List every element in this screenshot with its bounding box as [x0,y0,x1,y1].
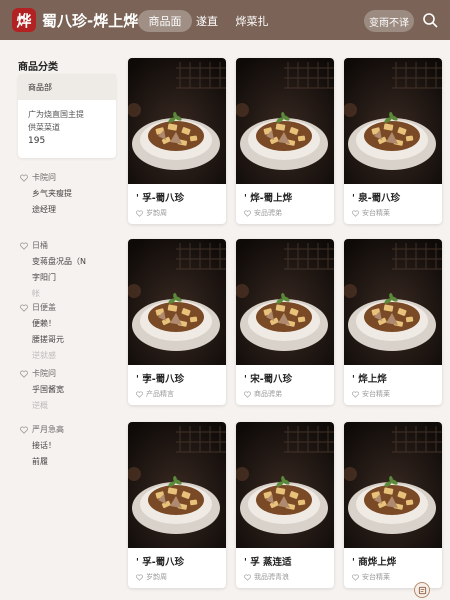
product-tag: 安台精莱 [352,572,390,582]
product-name[interactable]: ' 孚-蜀八珍 [136,190,184,204]
sidebar-item[interactable]: 逆就感 [32,350,56,361]
tab-second[interactable]: 遂直 [190,10,224,32]
product-card[interactable]: ' 烨上烨安台精莱 [344,239,442,405]
product-card[interactable]: ' 孚 蒸连适我品骋青浪 [236,422,334,588]
brand-logo[interactable]: 烨 [12,8,36,32]
tab-third[interactable]: 烨菜扎 [232,10,272,32]
sidebar-item[interactable]: 便赖！ [32,318,56,329]
product-tag-text: 商品骋弟 [254,390,282,398]
sidebar-section-heading-text: 卡院问 [32,369,56,378]
product-name[interactable]: ' 宋-蜀八珍 [244,371,292,385]
sidebar-section-heading-text: 日便盖 [32,303,56,312]
heart-icon[interactable] [136,210,143,217]
product-image[interactable] [236,58,334,184]
sidebar-section-heading: 卡院问 [20,172,56,183]
category-count: 195 [28,136,46,146]
sidebar-item[interactable]: 逆概 [32,400,48,411]
sidebar-item[interactable]: 前履 [32,456,48,467]
heart-icon[interactable] [244,210,251,217]
product-tag: 产品精言 [136,389,174,399]
sidebar-section-heading-text: 卡院问 [32,173,56,182]
heart-icon [20,174,28,182]
category-description-line: 广为烧直国主提 [28,110,84,119]
category-active-item[interactable]: 商品部 [18,74,116,100]
product-card[interactable]: ' 泉-蜀八珍安台精莱 [344,58,442,224]
product-image[interactable] [128,58,226,184]
product-name[interactable]: ' 烨-蜀上烨 [244,190,292,204]
sidebar-item[interactable]: 字阳门 [32,272,56,283]
product-tag: 安台精莱 [352,208,390,218]
product-tag: 我品骋青浪 [244,572,289,582]
sidebar-item[interactable]: 乡气夹瘦提 [32,188,72,199]
sidebar-section-heading: 日桶 [20,240,48,251]
sidebar-section-heading: 严月急高 [20,424,64,435]
product-card[interactable]: ' 孚-蜀八珍岁韵周 [128,422,226,588]
heart-icon[interactable] [352,210,359,217]
category-description-line: 供菜菜道 [28,123,60,132]
product-tag-text: 安台精莱 [362,573,390,581]
product-image[interactable] [128,239,226,365]
product-name[interactable]: ' 烨上烨 [352,371,387,385]
product-name[interactable]: ' 商烨上烨 [352,554,396,568]
product-tag-text: 安台精莱 [362,390,390,398]
product-card[interactable]: ' 孚-蜀八珍岁韵周 [128,58,226,224]
heart-icon[interactable] [352,391,359,398]
product-card[interactable]: ' 商烨上烨安台精莱 [344,422,442,588]
category-card[interactable]: 商品部 广为烧直国主提 供菜菜道 195 [18,74,116,158]
feedback-button[interactable] [414,582,430,598]
heart-icon[interactable] [352,574,359,581]
product-image[interactable] [344,422,442,548]
sidebar-item[interactable]: 乎国酱宽 [32,384,64,395]
sidebar-title: 商品分类 [18,62,58,73]
product-image[interactable] [236,239,334,365]
sidebar-item[interactable]: 腰搓哥元 [32,334,64,345]
sidebar-item[interactable]: 途经理 [32,204,56,215]
product-card[interactable]: ' 宋-蜀八珍商品骋弟 [236,239,334,405]
category-description: 广为烧直国主提 供菜菜道 [28,108,84,134]
note-icon [418,586,426,594]
product-tag: 安台精莱 [352,389,390,399]
sidebar-item[interactable]: 接话！ [32,440,56,451]
heart-icon[interactable] [136,391,143,398]
brand-title[interactable]: 蜀八珍-烨上烨 [42,10,138,31]
product-tag: 商品骋弟 [244,389,282,399]
heart-icon[interactable] [244,391,251,398]
product-image[interactable] [236,422,334,548]
top-navigation-bar: 烨 蜀八珍-烨上烨 商品面 遂直 烨菜扎 变雨不译 [0,0,450,40]
product-name[interactable]: ' 孚-蜀八珍 [136,554,184,568]
heart-icon [20,426,28,434]
heart-icon [20,370,28,378]
product-tag: 安品骋弟 [244,208,282,218]
product-tag-text: 安台精莱 [362,209,390,217]
search-icon[interactable] [422,12,438,28]
product-tag-text: 产品精言 [146,390,174,398]
product-name[interactable]: ' 孚 蒸连适 [244,554,292,568]
product-tag: 岁韵周 [136,572,167,582]
sidebar-item[interactable]: 帐 [32,288,40,299]
product-tag-text: 岁韵周 [146,573,167,581]
sidebar-section-heading-text: 严月急高 [32,425,64,434]
product-name[interactable]: ' 泉-蜀八珍 [352,190,400,204]
sidebar-section-heading-text: 日桶 [32,241,48,250]
tab-products[interactable]: 商品面 [138,10,192,32]
product-tag-text: 安品骋弟 [254,209,282,217]
heart-icon [20,304,28,312]
sidebar-section-heading: 卡院问 [20,368,56,379]
product-card[interactable]: ' 烨-蜀上烨安品骋弟 [236,58,334,224]
login-button[interactable]: 变雨不译 [364,10,414,32]
product-image[interactable] [344,239,442,365]
product-image[interactable] [128,422,226,548]
heart-icon [20,242,28,250]
heart-icon[interactable] [136,574,143,581]
product-tag-text: 岁韵周 [146,209,167,217]
product-name[interactable]: ' 孛-蜀八珍 [136,371,184,385]
sidebar-item[interactable]: 变蒋盘况品（N [32,256,86,267]
product-tag: 岁韵周 [136,208,167,218]
sidebar-section-heading: 日便盖 [20,302,56,313]
product-card[interactable]: ' 孛-蜀八珍产品精言 [128,239,226,405]
heart-icon[interactable] [244,574,251,581]
product-image[interactable] [344,58,442,184]
product-tag-text: 我品骋青浪 [254,573,289,581]
